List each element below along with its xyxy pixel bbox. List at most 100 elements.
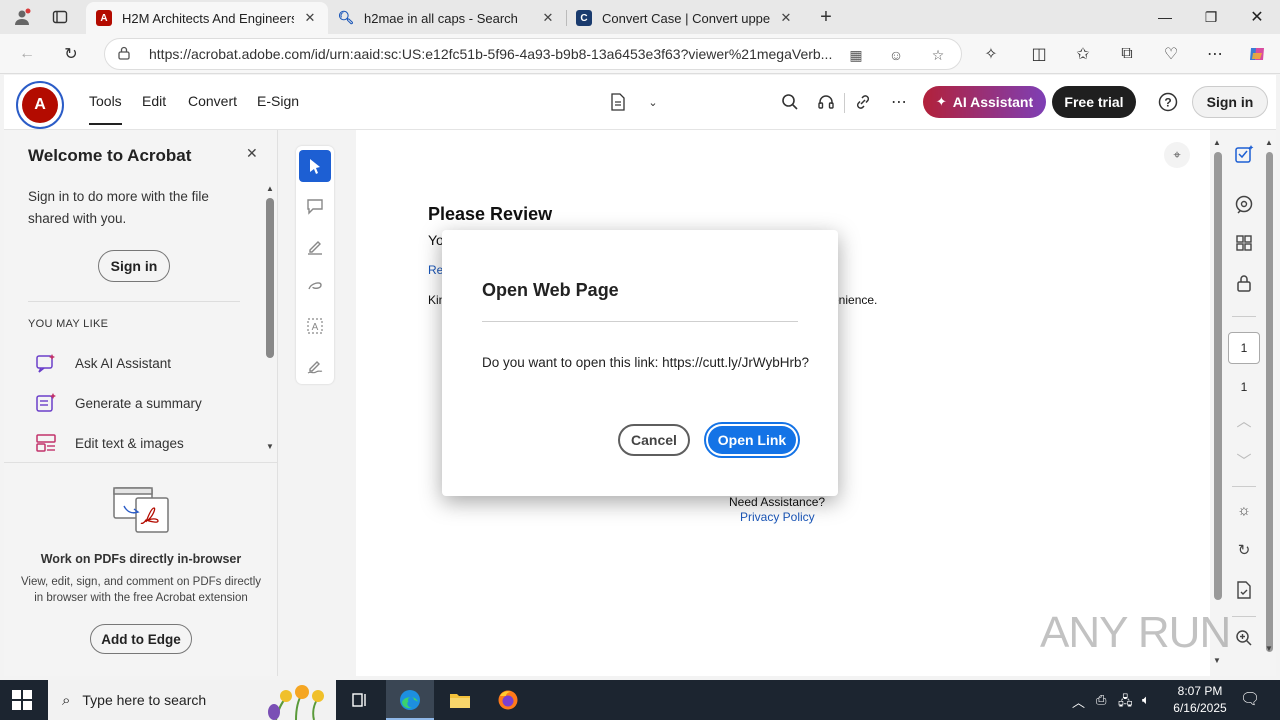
divider: [1232, 616, 1256, 617]
taskbar-search-input[interactable]: ⌕ Type here to search: [48, 680, 336, 720]
ai-assistant-label: AI Assistant: [952, 94, 1034, 110]
clock-time: 8:07 PM: [1177, 684, 1223, 698]
tab-h2m-architects[interactable]: A H2M Architects And Engineers-en ✕: [86, 2, 328, 34]
tab-h2mae-search[interactable]: 🔍︎ h2mae in all caps - Search ✕: [328, 2, 566, 34]
tab-convert[interactable]: Convert: [188, 93, 237, 109]
browser-tab-strip: A H2M Architects And Engineers-en ✕ 🔍︎ h…: [0, 0, 1280, 34]
notifications-icon[interactable]: 🗨︎: [1240, 689, 1260, 709]
dialog-divider: [482, 321, 798, 322]
search-highlight-flowers-icon: [266, 682, 332, 720]
system-clock[interactable]: 8:07 PM 6/16/2025: [1160, 683, 1240, 717]
sign-in-button[interactable]: Sign in: [1192, 86, 1268, 118]
current-page-input[interactable]: 1: [1228, 332, 1260, 364]
address-bar[interactable]: https://acrobat.adobe.com/id/urn:aaid:sc…: [104, 38, 962, 70]
protect-lock-icon[interactable]: [1232, 271, 1256, 295]
browser-toolbar: ← ↻ https://acrobat.adobe.com/id/urn:aai…: [0, 34, 1280, 74]
search-favicon-icon: 🔍︎: [337, 10, 355, 25]
open-web-page-dialog: Open Web Page Do you want to open this l…: [442, 230, 838, 496]
restore-icon[interactable]: ❐: [1188, 0, 1234, 34]
zoom-in-icon[interactable]: [1232, 626, 1256, 650]
search-placeholder: Type here to search: [82, 692, 207, 708]
ai-sparkle-icon: ✦: [935, 94, 947, 109]
cancel-button[interactable]: Cancel: [618, 424, 690, 456]
url-text: https://acrobat.adobe.com/id/urn:aaid:sc…: [149, 46, 833, 62]
total-pages: 1: [1240, 380, 1248, 394]
acrobat-header: A Tools Edit Convert E-Sign ⌄ ⋯ ✦ AI Ass…: [4, 75, 1276, 130]
document-scrollbar[interactable]: [1214, 152, 1222, 600]
share-link-icon[interactable]: [852, 91, 874, 113]
profile-icon[interactable]: [8, 4, 36, 30]
anyrun-watermark: ANY RUN: [1040, 608, 1231, 657]
show-hidden-icons-icon[interactable]: ︿: [1072, 692, 1085, 711]
app-available-icon[interactable]: ▦: [845, 45, 867, 65]
chevron-down-icon[interactable]: ⌄: [642, 91, 664, 113]
more-options-icon[interactable]: ⋯: [888, 91, 910, 113]
tab-title: H2M Architects And Engineers-en: [122, 10, 294, 26]
comments-icon[interactable]: [1232, 192, 1256, 216]
favorite-star-icon[interactable]: ☆: [927, 45, 949, 65]
free-trial-button[interactable]: Free trial: [1052, 86, 1136, 118]
previous-page-icon[interactable]: ︿: [1232, 408, 1256, 432]
search-icon[interactable]: [779, 91, 801, 113]
help-icon[interactable]: ?: [1157, 91, 1179, 113]
windows-start-icon[interactable]: [12, 690, 32, 710]
scroll-up-icon[interactable]: ▲: [1213, 138, 1221, 147]
meet-now-icon[interactable]: ⎙: [1096, 692, 1106, 708]
read-aloud-icon[interactable]: [815, 91, 837, 113]
rotate-icon[interactable]: ↻: [1232, 538, 1256, 562]
close-tab-icon[interactable]: ✕: [778, 10, 794, 26]
acrobat-logo-icon: A: [22, 87, 58, 123]
open-link-button[interactable]: Open Link: [704, 422, 800, 458]
scroll-down-icon[interactable]: ▼: [1265, 644, 1273, 653]
open-link-label: Open Link: [708, 426, 796, 454]
tab-tools[interactable]: Tools: [89, 93, 122, 125]
tab-edit[interactable]: Edit: [142, 93, 166, 109]
collections-icon[interactable]: ⧉: [1112, 40, 1142, 68]
back-icon[interactable]: ←: [12, 40, 42, 68]
edge-browser-icon[interactable]: [396, 686, 424, 714]
tab-convert-case[interactable]: C Convert Case | Convert upper cas ✕: [566, 2, 804, 34]
rail-scrollbar[interactable]: [1266, 152, 1273, 652]
refresh-icon[interactable]: ↻: [56, 40, 86, 68]
convert-case-favicon-icon: C: [576, 10, 592, 26]
file-explorer-icon[interactable]: [446, 686, 474, 714]
reading-mode-icon[interactable]: ☺: [885, 45, 907, 65]
minimize-icon[interactable]: —: [1142, 0, 1188, 34]
thumbnails-icon[interactable]: [1232, 231, 1256, 255]
volume-icon[interactable]: 🔈︎: [1142, 692, 1150, 708]
search-icon: ⌕: [62, 691, 71, 709]
divider: [1232, 486, 1256, 487]
toolbar-divider: [844, 93, 845, 113]
close-window-icon[interactable]: ✕: [1234, 0, 1280, 34]
new-tab-icon[interactable]: +: [812, 4, 840, 30]
acrobat-logo[interactable]: A: [16, 81, 64, 129]
copilot-icon[interactable]: [1242, 40, 1272, 68]
ai-assistant-button[interactable]: ✦ AI Assistant: [923, 86, 1046, 118]
network-icon[interactable]: 🖧︎: [1118, 692, 1133, 714]
svg-text:?: ?: [1164, 96, 1171, 110]
scroll-up-icon[interactable]: ▲: [1265, 138, 1273, 147]
tab-title: h2mae in all caps - Search: [364, 10, 518, 26]
firefox-icon[interactable]: [494, 686, 522, 714]
display-mode-icon[interactable]: ☼: [1232, 498, 1256, 522]
close-tab-icon[interactable]: ✕: [302, 10, 318, 26]
page-extract-icon[interactable]: [1232, 578, 1256, 602]
extensions-icon[interactable]: ✧: [976, 40, 1006, 68]
acrobat-favicon-icon: A: [96, 10, 112, 26]
document-properties-icon[interactable]: [607, 91, 629, 113]
divider: [1232, 316, 1256, 317]
dialog-title: Open Web Page: [482, 280, 619, 300]
favorites-icon[interactable]: ✩: [1068, 40, 1098, 68]
dialog-message: Do you want to open this link: https://c…: [482, 355, 810, 370]
tab-esign[interactable]: E-Sign: [257, 93, 299, 109]
site-info-icon[interactable]: [117, 46, 139, 63]
tab-actions-icon[interactable]: [46, 4, 74, 30]
close-tab-icon[interactable]: ✕: [540, 10, 556, 26]
next-page-icon[interactable]: ﹀: [1232, 448, 1256, 472]
settings-more-icon[interactable]: ⋯: [1200, 40, 1230, 68]
split-screen-icon[interactable]: ◫: [1024, 40, 1054, 68]
ai-tools-icon[interactable]: [1232, 142, 1256, 166]
browser-essentials-icon[interactable]: ♡: [1156, 40, 1186, 68]
task-view-icon[interactable]: [346, 686, 374, 714]
tab-title: Convert Case | Convert upper cas: [602, 10, 770, 26]
